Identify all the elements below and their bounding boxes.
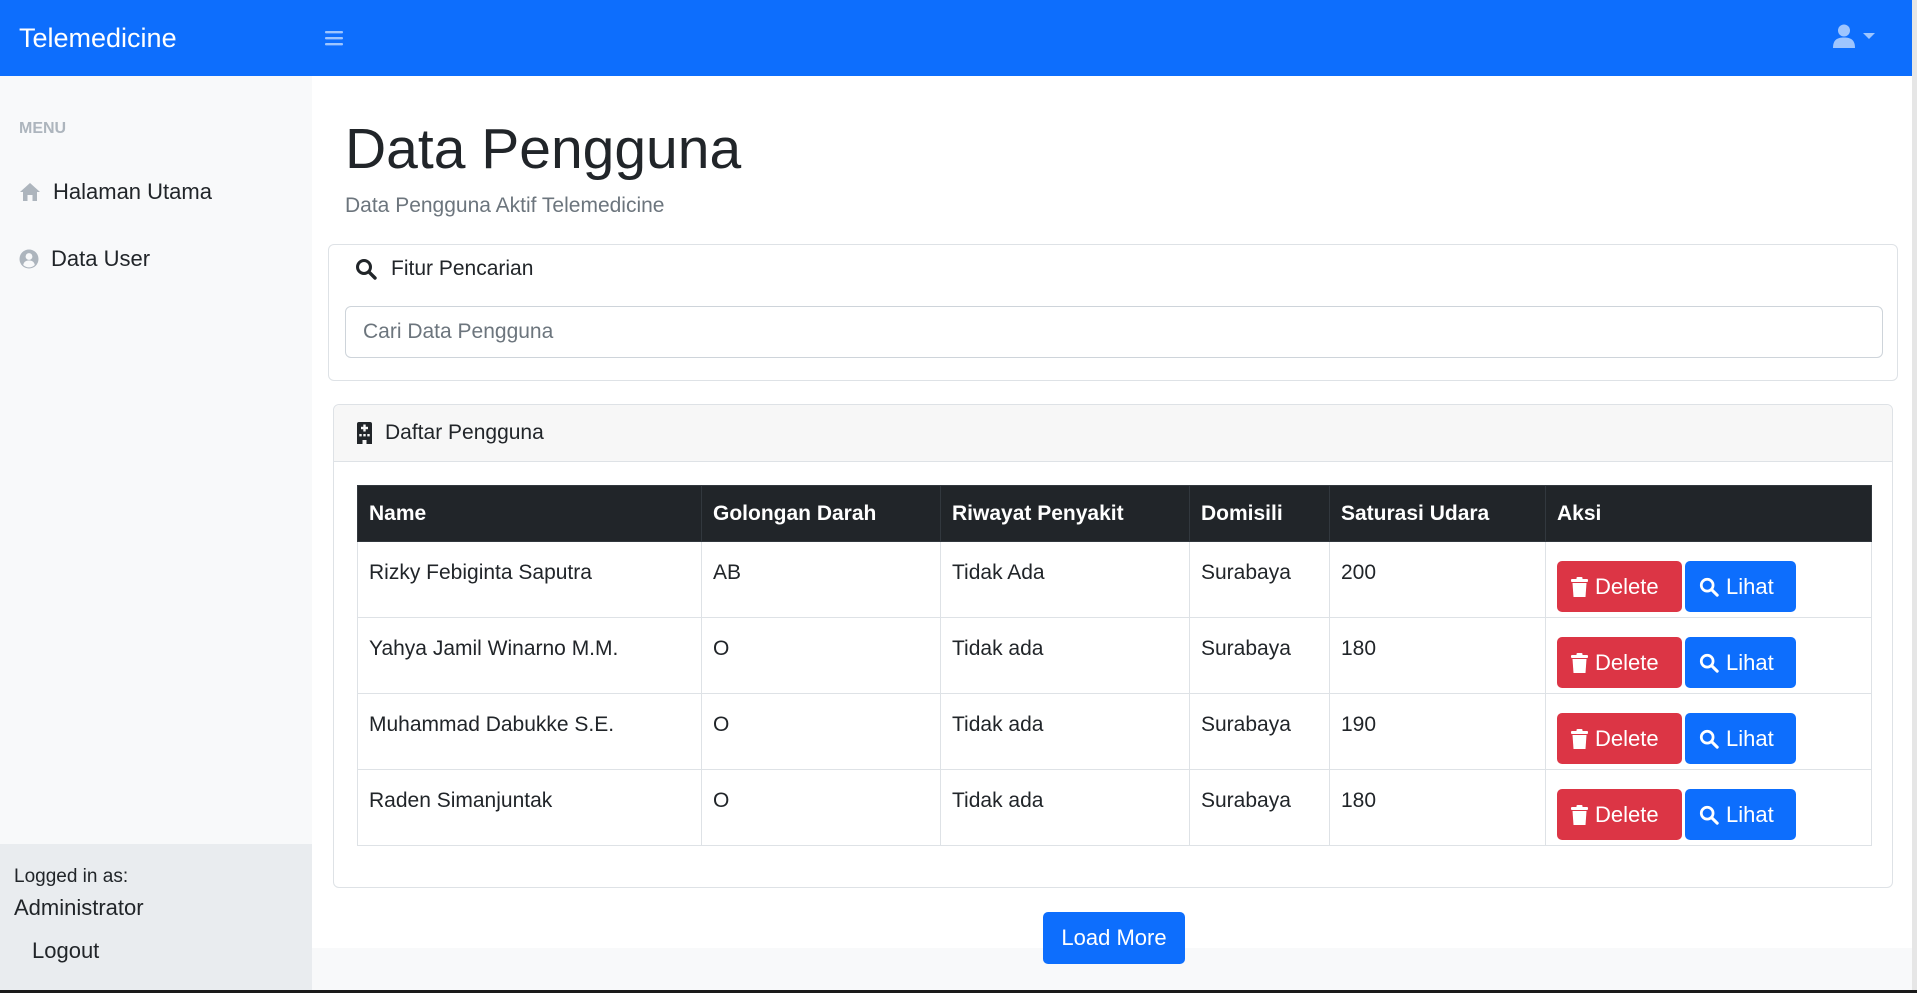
table-row: Rizky Febiginta Saputra AB Tidak Ada Sur… [357,541,1872,618]
cell-name: Rizky Febiginta Saputra [357,541,702,618]
search-icon [1699,653,1719,673]
user-list-title: Daftar Pengguna [385,421,544,444]
column-header-name[interactable]: Name [357,485,702,542]
top-navbar: Telemedicine [0,0,1917,76]
cell-saturasi-udara: 190 [1329,693,1546,770]
search-icon [1699,729,1719,749]
cell-riwayat-penyakit: Tidak ada [940,617,1190,694]
cell-riwayat-penyakit: Tidak Ada [940,541,1190,618]
sidebar: MENU Halaman Utama Data User Logged in a… [0,76,312,993]
delete-button-label: Delete [1595,649,1659,675]
main-content: Data Pengguna Data Pengguna Aktif Teleme… [312,76,1917,948]
caret-down-icon [1863,33,1875,39]
table-row: Raden Simanjuntak O Tidak ada Surabaya 1… [357,769,1872,846]
column-header-aksi: Aksi [1545,485,1872,542]
cell-domisili: Surabaya [1189,769,1330,846]
cell-name: Yahya Jamil Winarno M.M. [357,617,702,694]
sidebar-item-data-user[interactable]: Data User [19,246,150,272]
home-icon [20,183,40,201]
cell-actions: Delete Lihat [1545,541,1872,618]
cell-actions: Delete Lihat [1545,617,1872,694]
user-list-card: Daftar Pengguna Name Golongan Darah Riwa… [333,404,1893,888]
table-header-row: Name Golongan Darah Riwayat Penyakit Dom… [357,485,1872,542]
hospital-icon [357,422,372,444]
sidebar-menu-heading: MENU [19,120,67,137]
user-circle-icon [19,249,39,269]
cell-domisili: Surabaya [1189,693,1330,770]
sidebar-item-label: Halaman Utama [53,179,212,204]
cell-golongan-darah: O [701,617,941,694]
delete-button[interactable]: Delete [1557,561,1682,612]
delete-button-label: Delete [1595,725,1659,751]
page-scrollbar[interactable] [1912,0,1917,993]
cell-golongan-darah: O [701,769,941,846]
column-header-riwayat-penyakit[interactable]: Riwayat Penyakit [940,485,1190,542]
search-card-header: Fitur Pencarian [355,257,533,281]
search-card-title: Fitur Pencarian [391,257,534,280]
view-button[interactable]: Lihat [1685,789,1796,840]
delete-button[interactable]: Delete [1557,713,1682,764]
cell-saturasi-udara: 180 [1329,617,1546,694]
cell-riwayat-penyakit: Tidak ada [940,693,1190,770]
view-button[interactable]: Lihat [1685,561,1796,612]
view-button-label: Lihat [1726,649,1774,675]
cell-actions: Delete Lihat [1545,693,1872,770]
view-button-label: Lihat [1726,725,1774,751]
cell-name: Raden Simanjuntak [357,769,702,846]
view-button[interactable]: Lihat [1685,713,1796,764]
trash-icon [1571,576,1588,597]
sidebar-item-label: Data User [51,246,151,271]
cell-golongan-darah: O [701,693,941,770]
page-title: Data Pengguna [345,117,742,181]
sidebar-item-halaman-utama[interactable]: Halaman Utama [19,179,212,205]
page-subtitle: Data Pengguna Aktif Telemedicine [345,194,665,217]
cell-name: Muhammad Dabukke S.E. [357,693,702,770]
table-row: Yahya Jamil Winarno M.M. O Tidak ada Sur… [357,617,1872,694]
brand-logo[interactable]: Telemedicine [0,23,312,54]
cell-saturasi-udara: 180 [1329,769,1546,846]
delete-button-label: Delete [1595,573,1659,599]
view-button-label: Lihat [1726,573,1774,599]
cell-domisili: Surabaya [1189,541,1330,618]
delete-button[interactable]: Delete [1557,637,1682,688]
sidebar-footer: Logged in as: Administrator Logout [0,844,312,993]
hamburger-icon [325,31,343,46]
column-header-domisili[interactable]: Domisili [1189,485,1330,542]
logged-in-label: Logged in as: [14,866,129,887]
table-row: Muhammad Dabukke S.E. O Tidak ada Suraba… [357,693,1872,770]
cell-golongan-darah: AB [701,541,941,618]
search-icon [1699,805,1719,825]
cell-domisili: Surabaya [1189,617,1330,694]
load-more-button[interactable]: Load More [1043,912,1185,964]
logout-link[interactable]: Logout [32,938,99,964]
user-icon [1833,24,1855,48]
column-header-saturasi-udara[interactable]: Saturasi Udara [1329,485,1546,542]
user-table: Name Golongan Darah Riwayat Penyakit Dom… [357,485,1872,846]
column-header-golongan-darah[interactable]: Golongan Darah [701,485,941,542]
sidebar-toggle-button[interactable] [322,26,346,50]
delete-button-label: Delete [1595,801,1659,827]
user-list-header: Daftar Pengguna [334,405,1892,462]
view-button[interactable]: Lihat [1685,637,1796,688]
search-icon [356,259,377,280]
search-card: Fitur Pencarian [328,244,1898,381]
cell-actions: Delete Lihat [1545,769,1872,846]
logged-in-user: Administrator [14,895,144,920]
trash-icon [1571,804,1588,825]
search-icon [1699,577,1719,597]
cell-saturasi-udara: 200 [1329,541,1546,618]
search-input[interactable] [345,306,1883,358]
user-dropdown-button[interactable] [1833,24,1875,48]
view-button-label: Lihat [1726,801,1774,827]
delete-button[interactable]: Delete [1557,789,1682,840]
trash-icon [1571,728,1588,749]
trash-icon [1571,652,1588,673]
cell-riwayat-penyakit: Tidak ada [940,769,1190,846]
